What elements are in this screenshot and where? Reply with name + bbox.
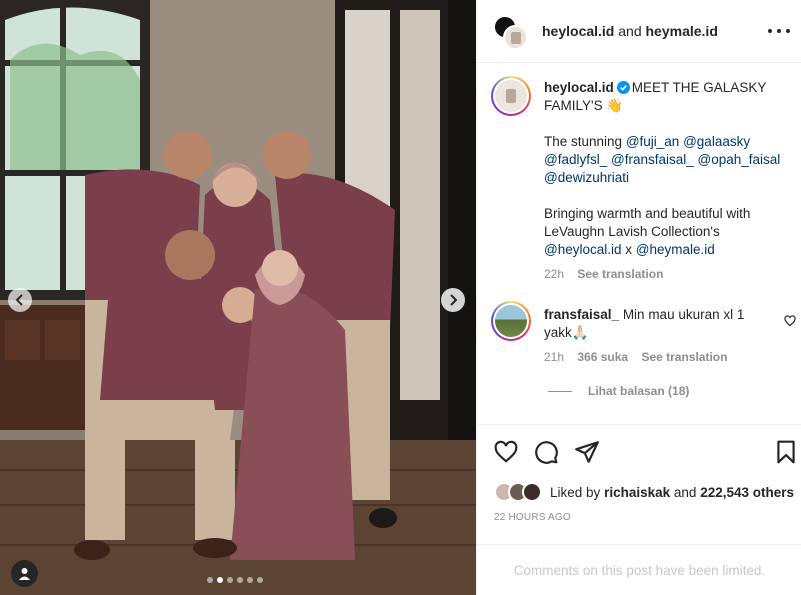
comment-bubble-icon[interactable] [533, 439, 559, 465]
chevron-right-icon [450, 294, 458, 306]
liker-avatars[interactable] [494, 482, 542, 502]
bookmark-save-icon[interactable] [773, 439, 799, 465]
mention-link[interactable]: @fadlyfsl_ [544, 152, 607, 167]
mention-link[interactable]: @fransfaisal_ [611, 152, 694, 167]
comments-section: heylocal.id MEET THE GALASKY FAMILY'S 👋 T… [477, 64, 801, 424]
more-horizontal-icon [768, 29, 772, 33]
verified-badge-icon [616, 81, 630, 94]
post-photo[interactable] [0, 0, 476, 595]
comment-time[interactable]: 21h [544, 350, 564, 364]
mention-link[interactable]: @fuji_an [626, 134, 680, 149]
comment-avatar[interactable] [491, 301, 531, 341]
header-username-2[interactable]: heymale.id [646, 23, 718, 39]
liked-by: Liked by richaiskak and 222,543 others [494, 482, 794, 502]
liked-by-user[interactable]: richaiskak [604, 485, 670, 500]
caption-paragraph-2: The stunning @fuji_an @galaasky @fadlyfs… [544, 133, 784, 187]
tagged-users-button[interactable] [11, 560, 38, 587]
comment-likes[interactable]: 366 suka [577, 350, 628, 364]
caption-time[interactable]: 22h [544, 267, 564, 281]
avatar-heymale[interactable] [503, 25, 528, 50]
carousel-dot [247, 577, 253, 583]
carousel-dot [237, 577, 243, 583]
chevron-left-icon [15, 294, 23, 306]
comment-reply-see-translation[interactable]: See translation [641, 350, 727, 364]
post-caption: heylocal.id MEET THE GALASKY FAMILY'S 👋 T… [544, 79, 784, 259]
share-send-icon[interactable] [574, 439, 600, 465]
carousel-dot-active [217, 577, 223, 583]
liked-by-and: and [673, 484, 697, 500]
caption-prefix: The stunning [544, 134, 623, 149]
post-actions: Liked by richaiskak and 222,543 others 2… [477, 424, 801, 544]
header-and: and [618, 23, 642, 39]
comment-meta: 21h 366 suka See translation [544, 350, 737, 364]
header-username-1[interactable]: heylocal.id [542, 23, 614, 39]
liked-by-prefix: Liked by [550, 484, 601, 500]
mention-link[interactable]: @galaasky [683, 134, 750, 149]
carousel-indicator [207, 577, 263, 583]
view-replies-button[interactable]: Lihat balasan (18) [548, 384, 689, 398]
comment-like-icon[interactable] [784, 315, 796, 327]
like-heart-icon[interactable] [493, 439, 519, 465]
mention-link[interactable]: @heymale.id [636, 242, 715, 257]
carousel-next-button[interactable] [441, 288, 465, 312]
caption-avatar[interactable] [491, 76, 531, 116]
caption-see-translation[interactable]: See translation [577, 267, 663, 281]
comment-username[interactable]: fransfaisal_ [544, 307, 619, 322]
carousel-prev-button[interactable] [8, 288, 32, 312]
mention-link[interactable]: @dewizuhriati [544, 170, 629, 185]
caption-paragraph-3: Bringing warmth and beautiful with LeVau… [544, 205, 784, 259]
user-tag-icon [19, 568, 30, 580]
replies-divider [548, 390, 572, 392]
more-options-button[interactable] [768, 22, 790, 40]
post-side-panel: heylocal.id and heymale.id heylocal.id ME… [476, 0, 801, 595]
carousel-dot [227, 577, 233, 583]
collab-avatars[interactable] [493, 15, 529, 51]
caption-x: x [625, 242, 633, 257]
caption-body: Bringing warmth and beautiful with LeVau… [544, 206, 751, 239]
collab-names: heylocal.id and heymale.id [542, 23, 718, 39]
carousel-dot [257, 577, 263, 583]
liker-avatar[interactable] [522, 482, 542, 502]
family-photo [0, 0, 476, 595]
view-replies-label: Lihat balasan (18) [588, 384, 690, 398]
post-header: heylocal.id and heymale.id [477, 0, 801, 63]
caption-username[interactable]: heylocal.id [544, 80, 614, 95]
carousel-dot [207, 577, 213, 583]
liked-by-count[interactable]: 222,543 others [700, 485, 794, 500]
caption-meta: 22h See translation [544, 267, 673, 281]
mention-link[interactable]: @opah_faisal [698, 152, 781, 167]
post-timestamp[interactable]: 22 HOURS AGO [494, 512, 571, 523]
comments-limited-notice: Comments on this post have been limited. [477, 544, 801, 595]
mention-link[interactable]: @heylocal.id [544, 242, 622, 257]
comment: fransfaisal_ Min mau ukuran xl 1 yakk🙏🏻 [544, 306, 774, 342]
